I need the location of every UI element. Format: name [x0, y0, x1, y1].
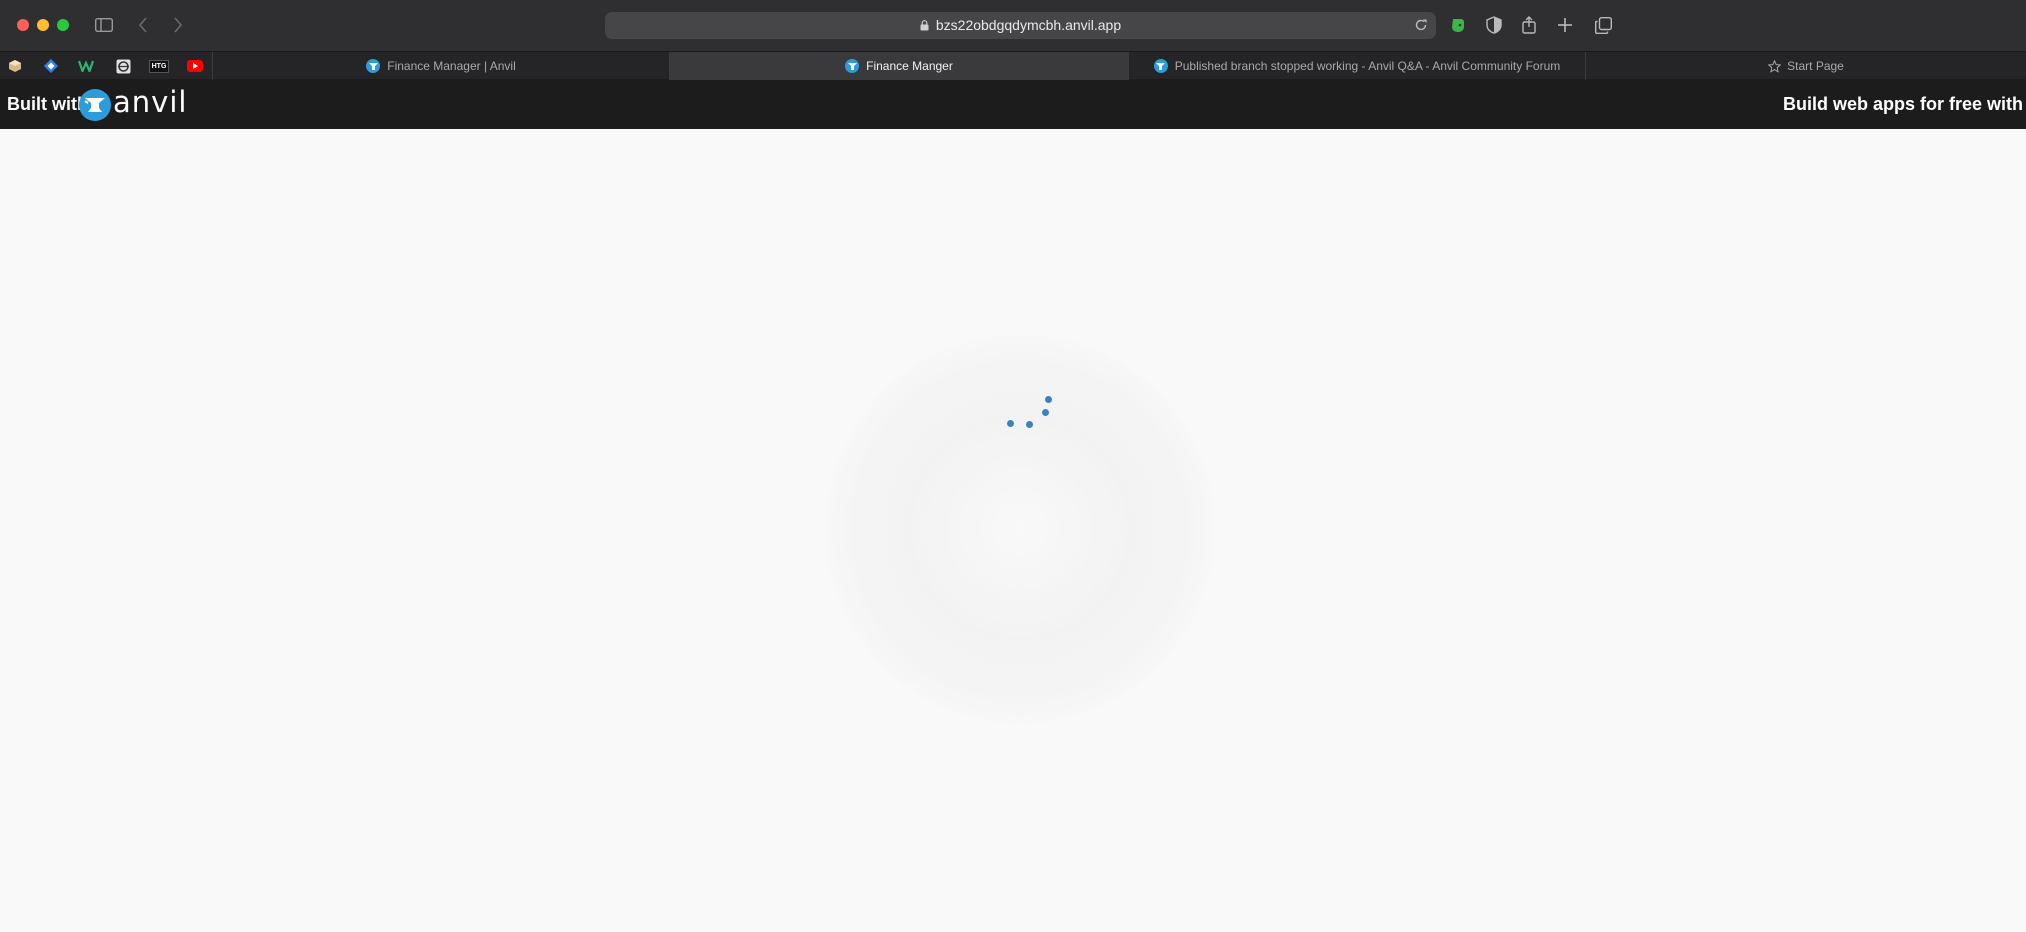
youtube-icon[interactable] — [185, 56, 205, 76]
spinner-dot — [1026, 421, 1033, 428]
tab-anvil-community-forum[interactable]: Published branch stopped working - Anvil… — [1129, 52, 1586, 80]
maximize-window-button[interactable] — [57, 19, 69, 31]
pinned-tab-4-icon[interactable] — [113, 56, 133, 76]
pinned-tab-1-icon[interactable] — [5, 56, 25, 76]
lock-icon — [920, 20, 929, 31]
spinner-dot — [1007, 420, 1014, 427]
sidebar-toggle-icon[interactable] — [91, 12, 117, 38]
spinner-dot — [1045, 396, 1052, 403]
new-tab-plus-icon[interactable] — [1552, 12, 1578, 38]
anvil-logo-icon — [79, 89, 111, 121]
minimize-window-button[interactable] — [37, 19, 49, 31]
tab-label: Finance Manger — [866, 59, 953, 73]
address-bar[interactable]: bzs22obdgqdymcbh.anvil.app — [605, 12, 1436, 39]
tab-finance-manager-anvil[interactable]: Finance Manager | Anvil — [213, 52, 670, 80]
anvil-favicon-icon — [1153, 59, 1168, 73]
back-arrow-icon[interactable] — [130, 12, 156, 38]
app-content-area — [0, 129, 2026, 932]
url-text: bzs22obdgqdymcbh.anvil.app — [935, 17, 1122, 33]
tab-label: Published branch stopped working - Anvil… — [1174, 59, 1561, 73]
tab-overview-icon[interactable] — [1590, 12, 1616, 38]
spinner-dot — [1042, 409, 1049, 416]
anvil-banner[interactable]: Built with anvil Build web apps for free… — [0, 80, 2026, 129]
tab-start-page[interactable]: Start Page — [1586, 52, 2026, 80]
loading-glow — [825, 334, 1215, 724]
built-with-text: Built with — [7, 94, 88, 114]
share-icon[interactable] — [1516, 12, 1542, 38]
anvil-wordmark: anvil — [113, 85, 188, 119]
tab-bar: HTG Finance Manager | Anvil Finance Mang… — [0, 51, 2026, 80]
close-window-button[interactable] — [17, 19, 29, 31]
reload-icon[interactable] — [1414, 18, 1428, 32]
anvil-favicon-icon — [366, 59, 381, 73]
forward-arrow-icon[interactable] — [165, 12, 191, 38]
browser-toolbar: bzs22obdgqdymcbh.anvil.app — [0, 0, 2026, 51]
evernote-extension-icon[interactable] — [1445, 12, 1471, 38]
tab-label: Start Page — [1787, 59, 1844, 73]
tab-finance-manger[interactable]: Finance Manger — [670, 52, 1129, 80]
pinned-tab-2-icon[interactable] — [41, 56, 61, 76]
privacy-shield-icon[interactable] — [1481, 12, 1507, 38]
promo-text[interactable]: Build web apps for free with Anvil — [1783, 94, 2026, 115]
pinned-tab-3-icon[interactable] — [76, 56, 96, 76]
star-icon — [1768, 59, 1782, 73]
anvil-favicon-icon — [845, 59, 860, 73]
tab-label: Finance Manager | Anvil — [387, 59, 516, 73]
pinned-tab-5-icon[interactable]: HTG — [148, 56, 170, 76]
